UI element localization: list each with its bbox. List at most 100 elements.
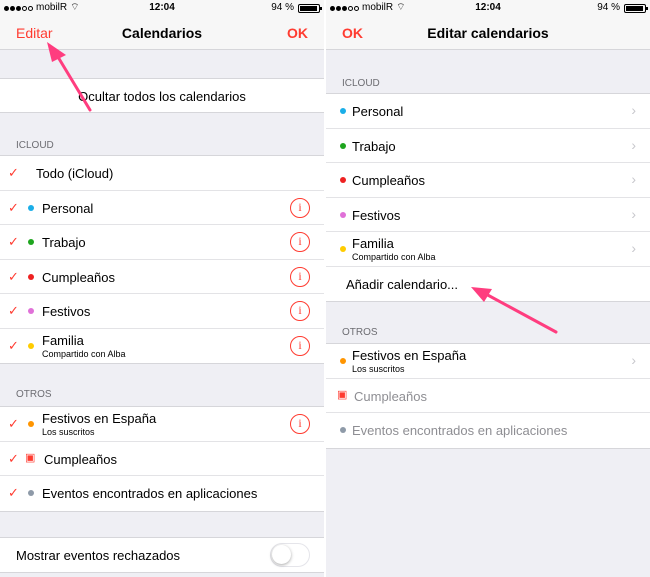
- icloud-calendar-list: ✓ Todo (iCloud) ✓ Personal i ✓ Trabajo i…: [0, 155, 324, 364]
- otros-section-header: OTROS: [16, 389, 52, 400]
- add-calendar-button[interactable]: Añadir calendario...: [326, 267, 650, 302]
- checkmark-icon: ✓: [8, 199, 19, 215]
- calendar-color-dot: [340, 246, 346, 252]
- calendar-color-dot: [340, 358, 346, 364]
- calendar-label: Todo (iCloud): [36, 166, 114, 181]
- declined-events-label: Mostrar eventos rechazados: [16, 548, 181, 563]
- calendar-label: Festivos en España: [42, 411, 157, 426]
- chevron-right-icon: ›: [631, 102, 636, 118]
- list-item-cumpleanos[interactable]: Cumpleaños ›: [326, 163, 650, 198]
- otros-calendar-list: ✓ Festivos en España Los suscritos i ✓ ▣…: [0, 406, 324, 512]
- battery-icon: [624, 3, 648, 13]
- calendars-screen: mobilR ⌔ 12:04 94 % Editar Calendarios O…: [0, 0, 324, 577]
- checkmark-icon: ✓: [8, 450, 19, 466]
- calendar-label: Cumpleaños: [44, 451, 117, 467]
- calendar-label: Cumpleaños: [42, 269, 115, 285]
- nav-bar: OK Editar calendarios: [326, 16, 650, 50]
- calendar-label: Personal: [352, 104, 404, 119]
- ok-button[interactable]: OK: [287, 25, 308, 41]
- list-item-trabajo[interactable]: ✓ Trabajo i: [0, 225, 324, 260]
- list-item-festivos[interactable]: ✓ Festivos i: [0, 294, 324, 329]
- list-item-familia[interactable]: ✓ Familia Compartido con Alba i: [0, 329, 324, 364]
- list-item-personal[interactable]: ✓ Personal i: [0, 191, 324, 225]
- calendar-label: Festivos en España: [352, 348, 467, 363]
- info-icon[interactable]: i: [290, 414, 310, 434]
- checkmark-icon: ✓: [8, 165, 19, 180]
- calendar-subtitle: Compartido con Alba: [42, 348, 126, 359]
- calendar-label: Eventos encontrados en aplicaciones: [42, 486, 258, 501]
- list-item-trabajo[interactable]: Trabajo ›: [326, 129, 650, 163]
- chevron-right-icon: ›: [631, 136, 636, 153]
- calendar-label: Personal: [42, 200, 94, 216]
- hide-all-calendars-button[interactable]: Ocultar todos los calendarios: [0, 79, 324, 114]
- battery-percent: 94 %: [271, 2, 294, 13]
- calendar-subtitle: Los suscritos: [352, 364, 405, 374]
- calendar-color-dot: [28, 239, 34, 245]
- calendar-color-dot: [28, 273, 34, 280]
- checkmark-icon: ✓: [8, 268, 19, 284]
- edit-calendars-screen: mobilR ⌔ 12:04 94 % OK Editar calendario…: [326, 0, 650, 577]
- battery-percent: 94 %: [597, 2, 620, 13]
- list-item-familia[interactable]: Familia Compartido con Alba ›: [326, 232, 650, 267]
- chevron-right-icon: ›: [631, 240, 636, 256]
- gift-icon: ▣: [25, 451, 36, 464]
- list-item-cumpleanos-otros[interactable]: ✓ ▣ Cumpleaños: [0, 442, 324, 476]
- hide-all-group: Ocultar todos los calendarios: [0, 78, 324, 113]
- add-calendar-label: Añadir calendario...: [346, 276, 459, 292]
- list-item-festivos-espana[interactable]: ✓ Festivos en España Los suscritos i: [0, 407, 324, 442]
- info-icon[interactable]: i: [290, 266, 310, 287]
- icloud-section-header: ICLOUD: [16, 140, 54, 151]
- calendar-subtitle: Los suscritos: [42, 427, 95, 437]
- list-item-icloud-all[interactable]: ✓ Todo (iCloud): [0, 156, 324, 191]
- gift-icon: ▣: [337, 388, 348, 401]
- checkmark-icon: ✓: [8, 234, 19, 249]
- calendar-color-dot: [28, 308, 34, 314]
- calendar-label: Trabajo: [352, 138, 396, 154]
- battery-indicator: 94 %: [597, 0, 648, 16]
- list-item-festivos[interactable]: Festivos ›: [326, 198, 650, 232]
- declined-events-row: Mostrar eventos rechazados: [0, 538, 324, 573]
- chevron-right-icon: ›: [631, 171, 636, 187]
- calendar-label: Familia: [352, 236, 394, 251]
- declined-events-toggle[interactable]: [270, 543, 310, 567]
- list-item-eventos-apps: Eventos encontrados en aplicaciones: [326, 413, 650, 448]
- list-item-cumpleanos[interactable]: ✓ Cumpleaños i: [0, 260, 324, 294]
- calendar-color-dot: [28, 421, 34, 427]
- checkmark-icon: ✓: [8, 416, 19, 431]
- list-item-cumpleanos-otros: ▣ Cumpleaños: [326, 379, 650, 413]
- chevron-right-icon: ›: [631, 352, 636, 368]
- calendar-label: Festivos: [42, 304, 91, 319]
- declined-events-group: Mostrar eventos rechazados: [0, 537, 324, 573]
- calendar-label: Trabajo: [42, 235, 86, 250]
- calendar-color-dot: [340, 142, 346, 149]
- list-item-personal[interactable]: Personal ›: [326, 94, 650, 129]
- info-icon[interactable]: i: [290, 335, 310, 356]
- calendar-label: Familia: [42, 332, 84, 348]
- calendar-label: Eventos encontrados en aplicaciones: [352, 423, 568, 438]
- hide-all-label: Ocultar todos los calendarios: [78, 89, 246, 104]
- checkmark-icon: ✓: [8, 485, 19, 500]
- page-title: Calendarios: [121, 25, 203, 41]
- list-item-eventos-apps[interactable]: ✓ Eventos encontrados en aplicaciones: [0, 476, 324, 511]
- status-bar: mobilR ⌔ 12:04 94 %: [0, 0, 324, 16]
- list-item-festivos-espana[interactable]: Festivos en España Los suscritos ›: [326, 344, 650, 379]
- calendar-color-dot: [28, 490, 34, 496]
- info-icon[interactable]: i: [290, 197, 310, 218]
- calendar-color-dot: [340, 177, 346, 183]
- calendar-color-dot: [340, 211, 346, 218]
- info-icon[interactable]: i: [290, 301, 310, 321]
- calendar-color-dot: [28, 204, 34, 211]
- icloud-section-header: ICLOUD: [342, 78, 380, 89]
- battery-indicator: 94 %: [271, 0, 322, 16]
- calendar-label: Cumpleaños: [352, 173, 425, 188]
- checkmark-icon: ✓: [8, 303, 19, 318]
- info-icon[interactable]: i: [290, 232, 310, 252]
- page-title: Editar calendarios: [427, 25, 549, 41]
- otros-calendar-list: Festivos en España Los suscritos › ▣ Cum…: [326, 343, 650, 449]
- otros-section-header: OTROS: [342, 327, 378, 338]
- status-bar: mobilR ⌔ 12:04 94 %: [326, 0, 650, 16]
- calendar-label: Cumpleaños: [354, 388, 427, 404]
- calendar-subtitle: Compartido con Alba: [352, 252, 436, 262]
- calendar-label: Festivos: [352, 207, 401, 223]
- checkmark-icon: ✓: [8, 337, 19, 353]
